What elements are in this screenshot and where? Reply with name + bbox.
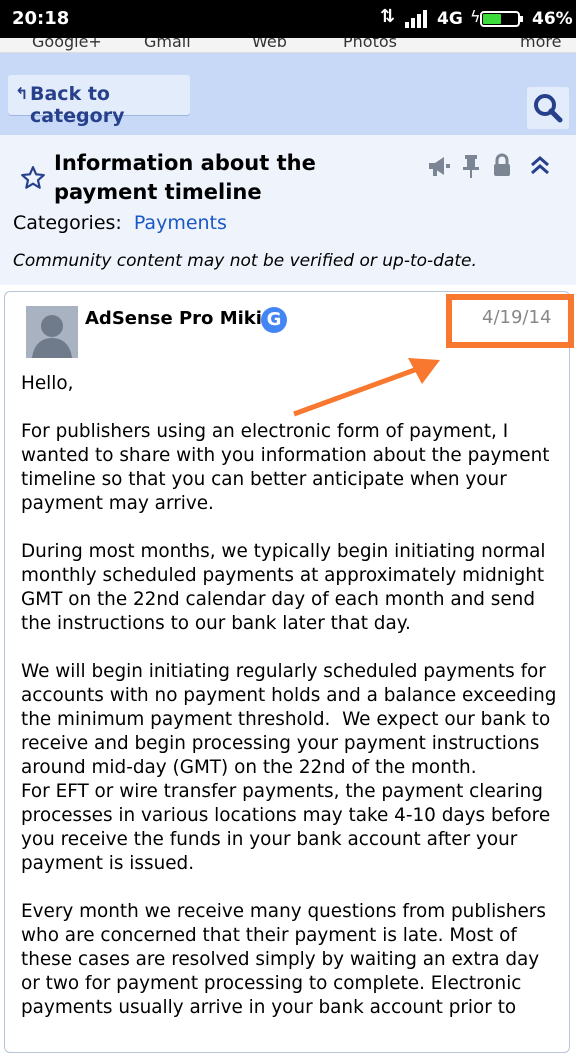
- community-note: Community content may not be verified or…: [13, 251, 477, 271]
- post-paragraph: During most months, we typically begin i…: [21, 541, 552, 634]
- pin-icon[interactable]: [461, 153, 481, 179]
- google-bar: Google+ Gmail Web Photos more: [0, 38, 576, 53]
- search-icon: [534, 94, 563, 123]
- back-to-category-button[interactable]: ↰ Back to category: [8, 75, 190, 127]
- google-badge-icon: G: [261, 307, 287, 333]
- post-paragraph: For publishers using an electronic form …: [21, 421, 556, 514]
- thread-header: Information about the payment timeline C…: [0, 135, 576, 285]
- post-card: AdSense Pro Miki G 4/19/14 Hello, For pu…: [4, 291, 574, 1053]
- categories-label: Categories:: [13, 212, 122, 234]
- status-bar: 20:18 ⇅ 4G ϟ 46%: [0, 0, 576, 38]
- gbar-google-plus[interactable]: Google+: [32, 38, 102, 51]
- post-paragraph: We will begin initiating regularly sched…: [21, 661, 557, 874]
- user-silhouette-icon: [26, 306, 78, 358]
- battery-icon: [480, 11, 523, 27]
- charging-icon: ϟ: [470, 7, 481, 26]
- data-transfer-icon: ⇅: [380, 6, 396, 27]
- search-button[interactable]: [527, 87, 569, 129]
- network-type: 4G: [437, 9, 463, 29]
- gbar-photos[interactable]: Photos: [343, 38, 397, 51]
- thread-title: Information about the payment timeline: [54, 151, 316, 204]
- highlight-box: [446, 294, 574, 348]
- announce-icon[interactable]: [426, 153, 452, 179]
- status-time: 20:18: [12, 8, 70, 29]
- back-arrow-icon: ↰: [15, 84, 29, 103]
- post-paragraph: Hello,: [21, 373, 74, 394]
- top-nav: ↰ Back to category: [0, 53, 576, 135]
- category-link-payments[interactable]: Payments: [134, 212, 227, 234]
- categories-row: Categories: Payments: [13, 212, 227, 234]
- back-button-label: Back to category: [30, 83, 125, 127]
- post-paragraph: Every month we receive many questions fr…: [21, 901, 552, 1018]
- gbar-more[interactable]: more: [520, 38, 561, 51]
- gbar-gmail[interactable]: Gmail: [144, 38, 191, 51]
- star-icon[interactable]: [20, 165, 46, 191]
- post-author[interactable]: AdSense Pro Miki: [85, 308, 262, 329]
- gbar-web[interactable]: Web: [252, 38, 287, 51]
- avatar[interactable]: [26, 306, 78, 358]
- collapse-icon[interactable]: [528, 153, 552, 179]
- signal-icon: [405, 10, 427, 28]
- post-body: Hello, For publishers using an electroni…: [21, 372, 561, 1044]
- lock-icon[interactable]: [492, 153, 512, 179]
- battery-percent: 46%: [532, 9, 573, 29]
